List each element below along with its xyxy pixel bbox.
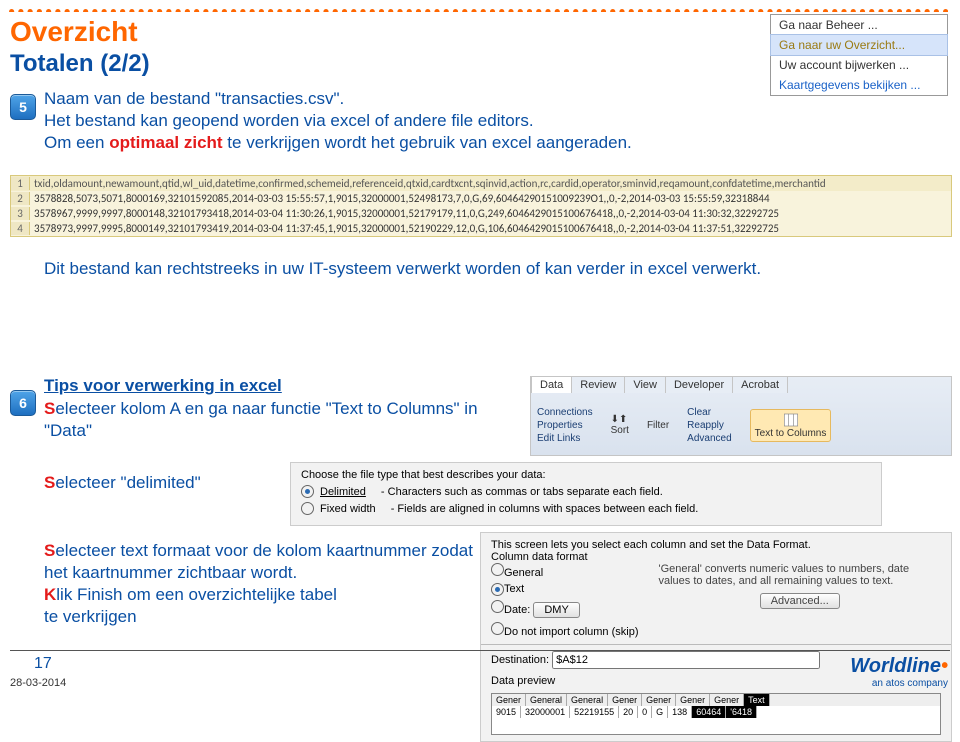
wizard2-desc: 'General' converts numeric values to num… xyxy=(659,563,942,587)
radio-general[interactable] xyxy=(491,563,504,576)
sort-button[interactable]: ⬇⬆Sort xyxy=(611,414,629,436)
text-to-columns-button[interactable]: Text to Columns xyxy=(750,409,832,442)
advanced-button[interactable]: Advanced xyxy=(687,433,731,444)
page-number: 17 xyxy=(34,655,52,673)
wizard2-intro: This screen lets you select each column … xyxy=(491,539,941,551)
advanced-btn[interactable]: Advanced... xyxy=(760,593,840,609)
page-subtitle: Totalen (2/2) xyxy=(10,50,150,78)
tab-view[interactable]: View xyxy=(624,376,666,393)
tab-acrobat[interactable]: Acrobat xyxy=(732,376,788,393)
ribbon-connections-group: Connections Properties Edit Links xyxy=(537,407,593,444)
paragraph-after-excel: Dit bestand kan rechtstreeks in uw IT-sy… xyxy=(44,258,914,280)
footer-date: 28-03-2014 xyxy=(10,677,66,689)
menu-item-beheer[interactable]: Ga naar Beheer ... xyxy=(771,15,947,35)
logo: Worldline• an atos company xyxy=(850,655,948,689)
context-menu: Ga naar Beheer ... Ga naar uw Overzicht.… xyxy=(770,14,948,96)
excel-ribbon: Data Review View Developer Acrobat Conne… xyxy=(530,376,952,456)
tip-2: Selecteer "delimited" xyxy=(44,472,304,494)
wizard1-intro: Choose the file type that best describes… xyxy=(301,469,871,481)
tip-1: Selecteer kolom A en ga naar functie "Te… xyxy=(44,398,504,442)
wizard-step1: Choose the file type that best describes… xyxy=(290,462,882,526)
reapply-button[interactable]: Reapply xyxy=(687,420,731,431)
radio-delimited[interactable] xyxy=(301,485,314,498)
destination-input[interactable] xyxy=(552,651,820,669)
step-badge-6: 6 xyxy=(10,390,36,416)
radio-text[interactable] xyxy=(491,583,504,596)
radio-fixed[interactable] xyxy=(301,502,314,515)
clear-button[interactable]: Clear xyxy=(687,407,731,418)
footer-rule xyxy=(10,650,950,651)
tips-heading: Tips voor verwerking in excel xyxy=(44,376,282,396)
wizard-step3: This screen lets you select each column … xyxy=(480,532,952,742)
properties-button[interactable]: Properties xyxy=(537,420,593,431)
filter-button[interactable]: Filter xyxy=(647,420,669,431)
edit-links-button[interactable]: Edit Links xyxy=(537,433,593,444)
data-preview: GenerGeneralGeneralGenerGenerGenerGenerT… xyxy=(491,693,941,735)
connections-button[interactable]: Connections xyxy=(537,407,593,418)
menu-item-overzicht[interactable]: Ga naar uw Overzicht... xyxy=(770,34,948,56)
tab-data[interactable]: Data xyxy=(531,376,572,393)
date-format-select[interactable]: DMY xyxy=(533,602,579,618)
menu-item-account[interactable]: Uw account bijwerken ... xyxy=(771,55,947,75)
step-badge-5: 5 xyxy=(10,94,36,120)
radio-skip[interactable] xyxy=(491,622,504,635)
decor-dots: ●●●●●●●●●●●●●●●●●●●●●●●●●●●●●●●●●●●●●●●●… xyxy=(8,4,948,12)
excel-screenshot: 1txid,oldamount,newamount,qtid,wl_uid,da… xyxy=(10,175,952,237)
paragraph-5: Naam van de bestand "transacties.csv". H… xyxy=(44,88,804,154)
radio-date[interactable] xyxy=(491,600,504,613)
wizard2-group-label: Column data format xyxy=(491,551,941,563)
tip-3: Selecteer text formaat voor de kolom kaa… xyxy=(44,540,494,628)
page-title: Overzicht xyxy=(10,16,138,48)
tab-review[interactable]: Review xyxy=(571,376,625,393)
tab-developer[interactable]: Developer xyxy=(665,376,733,393)
